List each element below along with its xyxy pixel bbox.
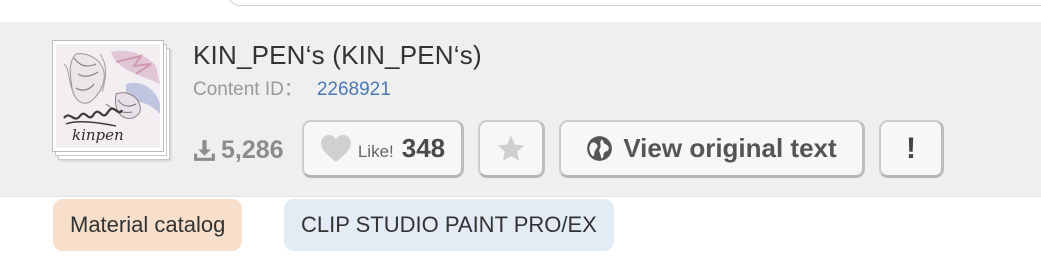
material-title: KIN_PEN‘s (KIN_PEN‘s)	[193, 40, 482, 70]
download-count-value: 5,286	[221, 136, 284, 164]
favorite-button[interactable]	[478, 120, 545, 178]
like-count: 348	[401, 133, 446, 163]
tag-clip-studio-paint[interactable]: CLIP STUDIO PAINT PRO/EX	[284, 199, 614, 251]
heart-icon	[320, 134, 351, 162]
like-button[interactable]: Like! 348	[302, 120, 464, 178]
view-original-text-button[interactable]: View original text	[559, 120, 865, 178]
view-original-text-label: View original text	[623, 133, 837, 163]
exclamation-icon: !	[906, 131, 916, 165]
thumbnail-signature: kinpen	[72, 126, 124, 144]
material-thumbnail[interactable]: kinpen	[52, 40, 170, 164]
thumbnail-artwork: kinpen	[56, 44, 160, 148]
tag-label: CLIP STUDIO PAINT PRO/EX	[301, 212, 597, 237]
globe-icon	[587, 136, 613, 161]
like-label: Like!	[357, 141, 394, 161]
download-icon	[194, 140, 215, 161]
star-icon	[497, 135, 525, 161]
top-strip	[0, 0, 1041, 22]
content-id-link[interactable]: 2268921	[317, 79, 391, 100]
search-box-edge[interactable]	[228, 0, 1041, 6]
report-button[interactable]: !	[879, 120, 944, 178]
content-id-label: Content ID：	[193, 79, 303, 100]
download-count: 5,286	[192, 136, 284, 165]
tag-material-catalog[interactable]: Material catalog	[53, 199, 243, 251]
tag-label: Material catalog	[70, 212, 226, 237]
thumbnail-image: kinpen	[52, 40, 164, 152]
content-id-row: Content ID： 2268921	[193, 74, 391, 101]
